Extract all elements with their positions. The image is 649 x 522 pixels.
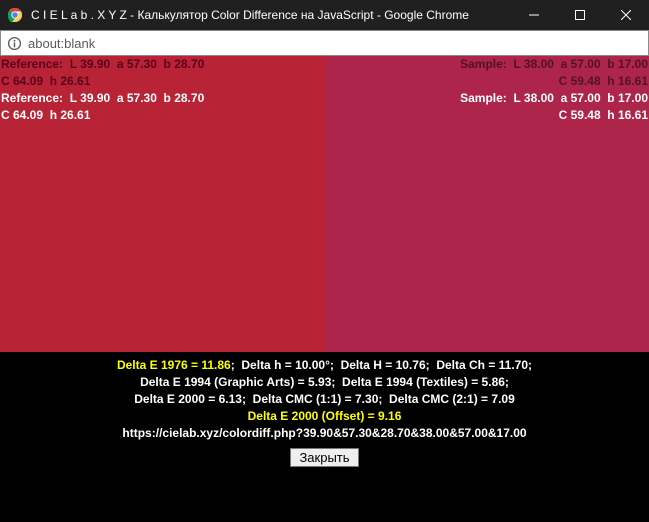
results-line-1: Delta E 1976 = 11.86; Delta h = 10.00°; … [4, 357, 645, 374]
delta-e-1994-ga: Delta E 1994 (Graphic Arts) = 5.93 [140, 375, 331, 389]
results-line-2: Delta E 1994 (Graphic Arts) = 5.93; Delt… [4, 374, 645, 391]
color-swatches: Reference: L 39.90 a 57.30 b 28.70 C 64.… [0, 56, 649, 352]
results-panel: Delta E 1976 = 11.86; Delta h = 10.00°; … [0, 352, 649, 445]
delta-ch: Delta Ch = 11.70 [436, 358, 528, 372]
delta-e-2000-offset: Delta E 2000 (Offset) = 9.16 [4, 408, 645, 425]
delta-cmc-11: Delta CMC (1:1) = 7.30 [253, 392, 379, 406]
reference-readout-dark: Reference: L 39.90 a 57.30 b 28.70 C 64.… [1, 56, 204, 90]
button-row: Закрыть [0, 445, 649, 467]
results-line-3: Delta E 2000 = 6.13; Delta CMC (1:1) = 7… [4, 391, 645, 408]
maximize-button[interactable] [557, 0, 603, 30]
permalink-url: https://cielab.xyz/colordiff.php?39.90&5… [4, 425, 645, 442]
close-button[interactable]: Закрыть [290, 448, 358, 467]
sample-readout-light: Sample: L 38.00 a 57.00 b 17.00 C 59.48 … [460, 90, 648, 124]
titlebar: C I E L a b . X Y Z - Калькулятор Color … [0, 0, 649, 30]
delta-e-1976: Delta E 1976 = 11.86 [117, 358, 231, 372]
info-icon [7, 36, 22, 51]
sample-swatch: Sample: L 38.00 a 57.00 b 17.00 C 59.48 … [325, 56, 649, 352]
delta-h-cap: Delta H = 10.76 [341, 358, 426, 372]
minimize-button[interactable] [511, 0, 557, 30]
chrome-icon [7, 7, 23, 23]
address-text: about:blank [28, 36, 95, 51]
delta-cmc-21: Delta CMC (2:1) = 7.09 [389, 392, 515, 406]
delta-h-small: Delta h = 10.00° [241, 358, 330, 372]
delta-e-1994-tex: Delta E 1994 (Textiles) = 5.86 [342, 375, 505, 389]
sample-readout-dark: Sample: L 38.00 a 57.00 b 17.00 C 59.48 … [460, 56, 648, 90]
close-window-button[interactable] [603, 0, 649, 30]
delta-e-2000: Delta E 2000 = 6.13 [134, 392, 242, 406]
reference-readout-light: Reference: L 39.90 a 57.30 b 28.70 C 64.… [1, 90, 204, 124]
address-bar[interactable]: about:blank [0, 30, 649, 56]
window-title: C I E L a b . X Y Z - Калькулятор Color … [31, 8, 511, 22]
reference-swatch: Reference: L 39.90 a 57.30 b 28.70 C 64.… [0, 56, 325, 352]
